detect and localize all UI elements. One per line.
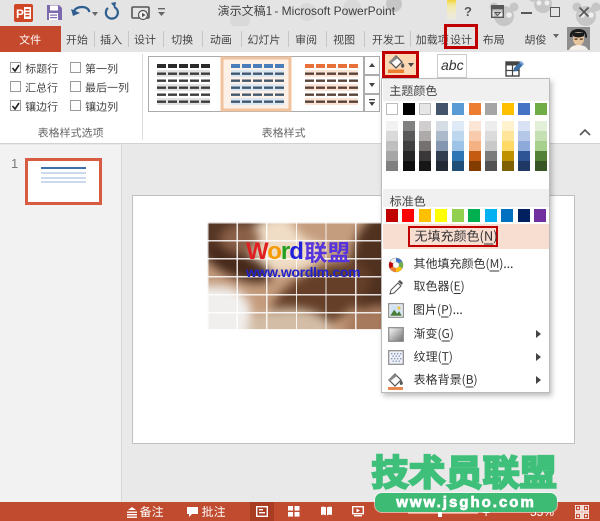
svg-text:P: P <box>16 7 24 21</box>
